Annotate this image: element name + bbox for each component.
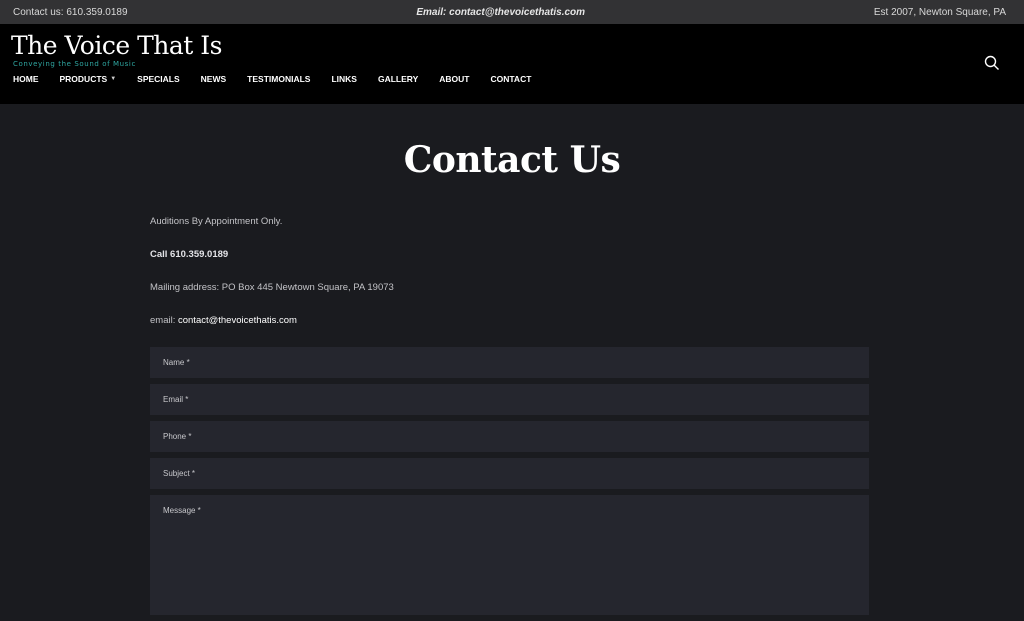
message-field[interactable]: Message * xyxy=(150,495,869,615)
nav-contact[interactable]: CONTACT xyxy=(490,74,531,84)
chevron-down-icon: ▼ xyxy=(110,76,117,82)
mailing-address: Mailing address: PO Box 445 Newtown Squa… xyxy=(150,282,394,293)
email-prefix: email: xyxy=(150,315,178,326)
topbar-established: Est 2007, Newton Square, PA xyxy=(873,6,1006,18)
nav-products[interactable]: PRODUCTS ▼ xyxy=(60,74,117,84)
contact-form: Name * Email * Phone * Subject * Message… xyxy=(150,347,869,621)
topbar-contact: Contact us: 610.359.0189 xyxy=(13,6,128,18)
auditions-note: Auditions By Appointment Only. xyxy=(150,216,283,227)
nav-products-label: PRODUCTS xyxy=(59,74,108,84)
nav-specials[interactable]: SPECIALS xyxy=(137,74,180,84)
nav-links[interactable]: LINKS xyxy=(331,74,357,84)
email-label: Email * xyxy=(163,395,189,404)
site-header: The Voice That Is Conveying the Sound of… xyxy=(0,24,1024,104)
main-content: Contact Us Auditions By Appointment Only… xyxy=(0,104,1024,615)
top-bar: Contact us: 610.359.0189 Email: contact@… xyxy=(0,0,1024,24)
nav-testimonials[interactable]: TESTIMONIALS xyxy=(247,74,310,84)
page-title: Contact Us xyxy=(403,139,621,181)
logo-tagline: Conveying the Sound of Music xyxy=(13,60,136,68)
logo-main-text: The Voice That Is xyxy=(11,31,222,60)
search-icon xyxy=(984,55,999,70)
topbar-email[interactable]: Email: contact@thevoicethatis.com xyxy=(416,7,585,18)
nav-home[interactable]: HOME xyxy=(13,74,39,84)
phone-field[interactable]: Phone * xyxy=(150,421,869,452)
name-field[interactable]: Name * xyxy=(150,347,869,378)
search-button[interactable] xyxy=(984,55,1000,71)
email-line: email: contact@thevoicethatis.com xyxy=(150,315,297,326)
nav-news[interactable]: NEWS xyxy=(201,74,227,84)
phone-label: Phone * xyxy=(163,432,192,441)
name-label: Name * xyxy=(163,358,190,367)
subject-field[interactable]: Subject * xyxy=(150,458,869,489)
call-number: Call 610.359.0189 xyxy=(150,249,229,260)
site-logo[interactable]: The Voice That Is Conveying the Sound of… xyxy=(11,31,222,69)
email-link[interactable]: contact@thevoicethatis.com xyxy=(178,315,297,326)
nav-about[interactable]: ABOUT xyxy=(439,74,469,84)
main-nav: HOME PRODUCTS ▼ SPECIALS NEWS TESTIMONIA… xyxy=(13,74,552,84)
email-field[interactable]: Email * xyxy=(150,384,869,415)
subject-label: Subject * xyxy=(163,469,196,478)
message-label: Message * xyxy=(163,506,201,515)
nav-gallery[interactable]: GALLERY xyxy=(378,74,418,84)
